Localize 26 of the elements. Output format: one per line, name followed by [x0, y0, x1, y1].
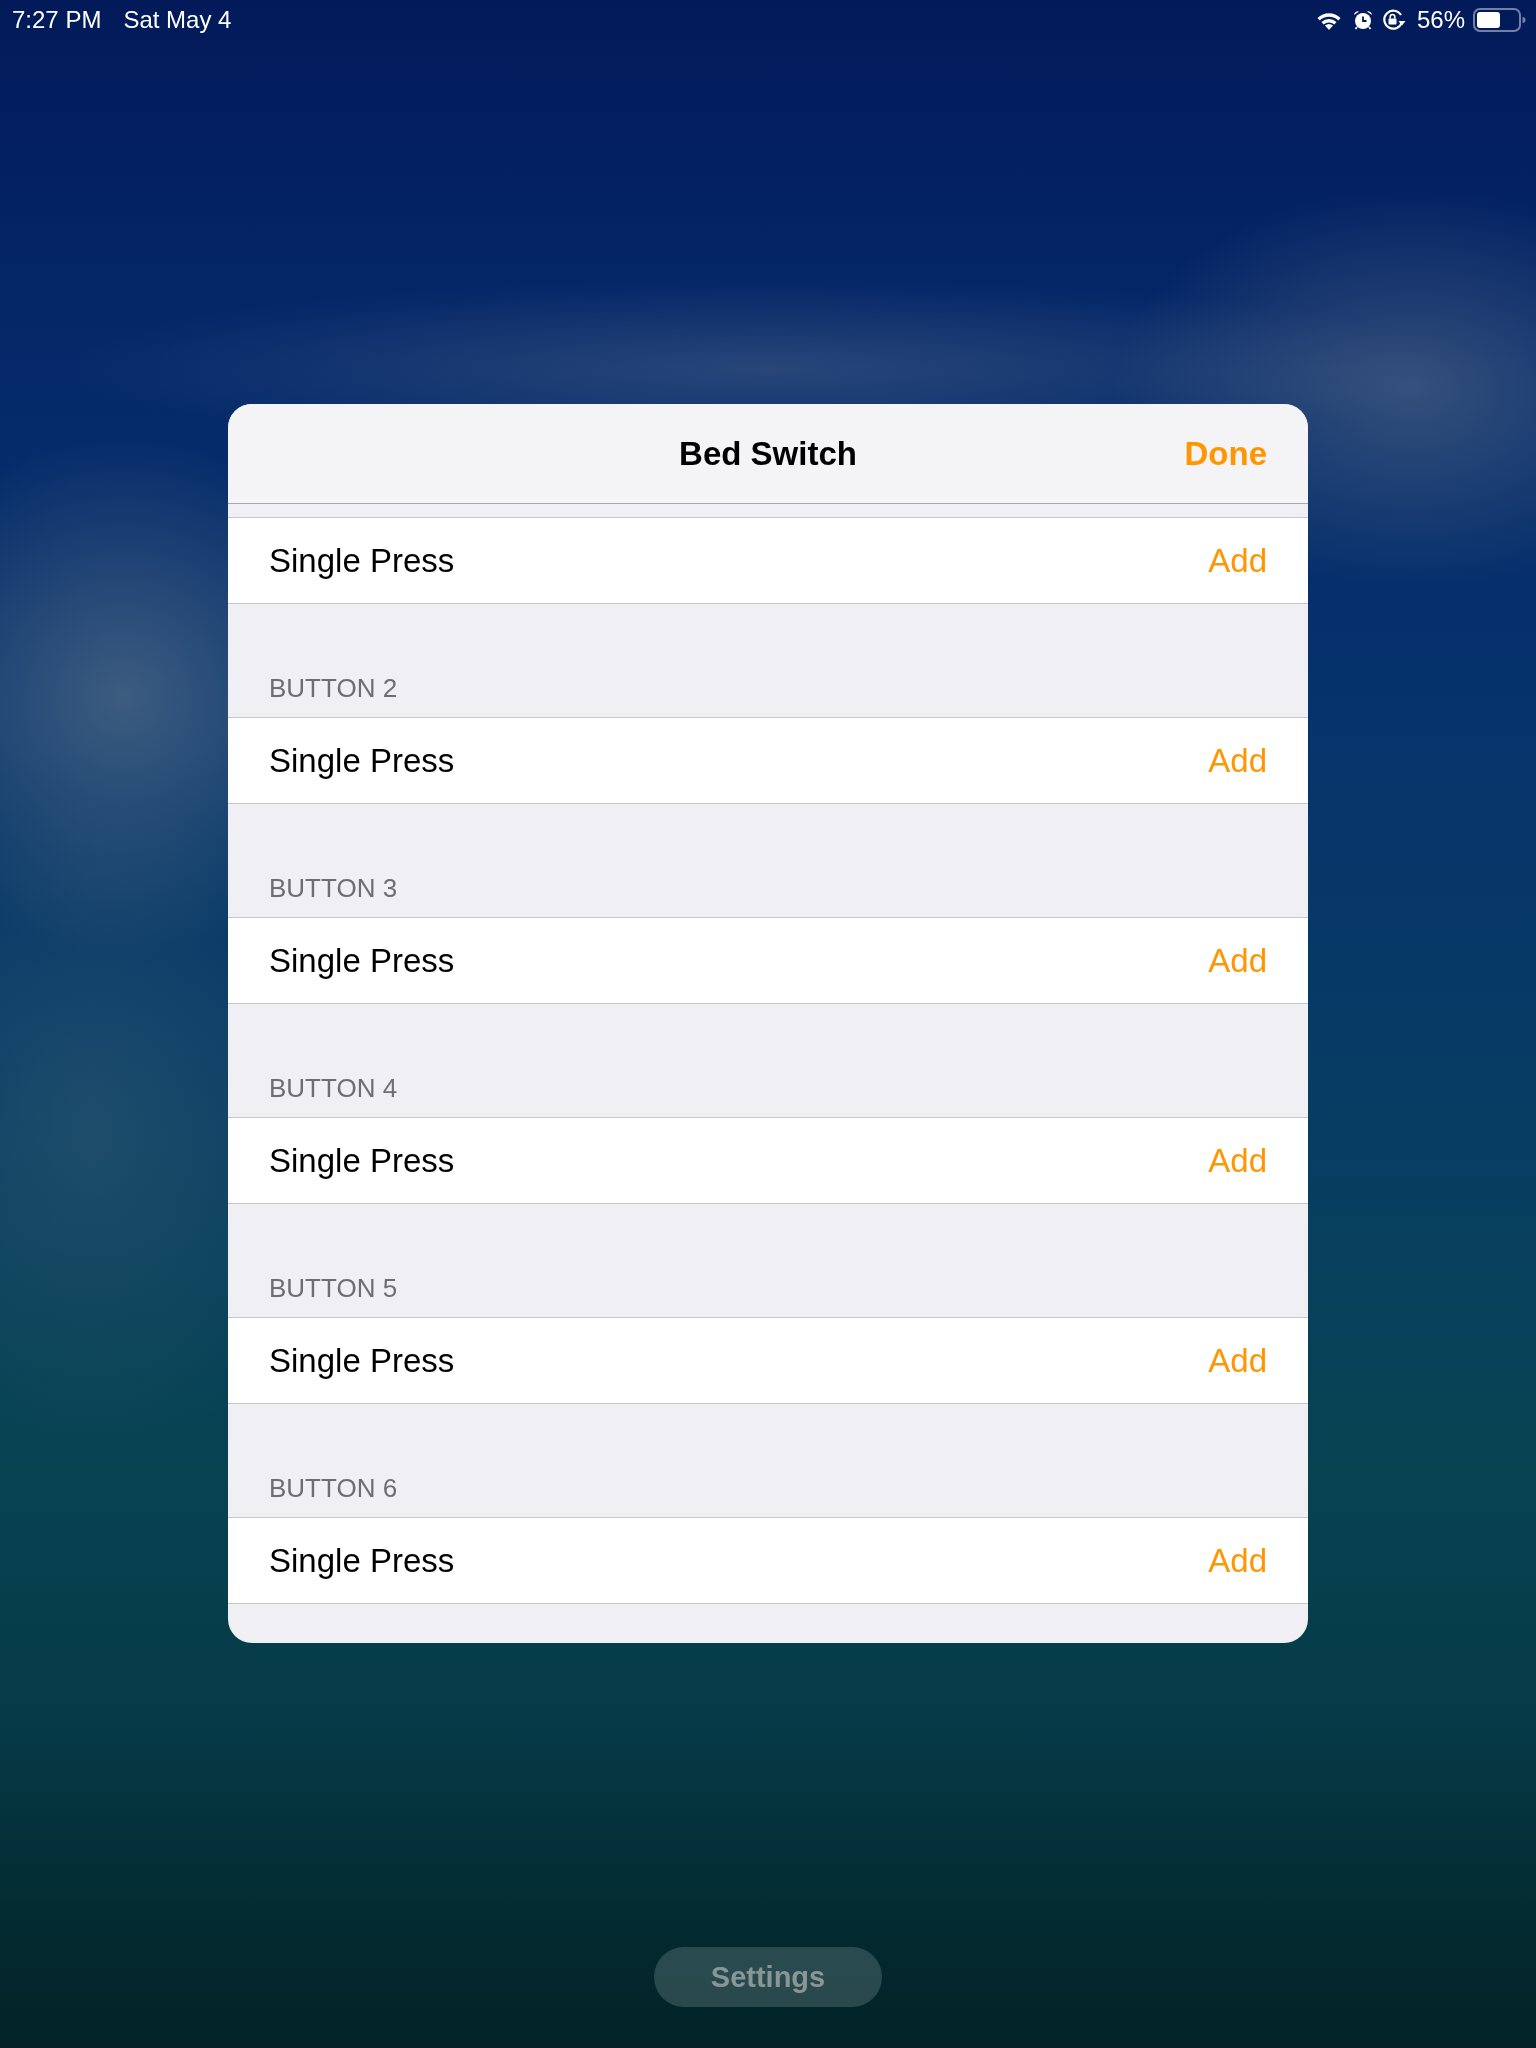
- row-label: Single Press: [269, 541, 455, 580]
- status-date: Sat May 4: [123, 6, 232, 34]
- add-button[interactable]: Add: [1208, 541, 1267, 580]
- battery-percentage: 56%: [1416, 6, 1465, 34]
- add-button[interactable]: Add: [1208, 1141, 1267, 1180]
- status-time: 7:27 PM: [12, 6, 102, 34]
- row-label: Single Press: [269, 1541, 455, 1580]
- add-button[interactable]: Add: [1208, 1341, 1267, 1380]
- done-button[interactable]: Done: [1184, 434, 1267, 473]
- alarm-clock-icon: [1352, 10, 1373, 30]
- section-header: BUTTON 3: [269, 873, 398, 903]
- row-label: Single Press: [269, 741, 455, 780]
- row-label: Single Press: [269, 1141, 455, 1180]
- section-header: BUTTON 5: [269, 1273, 398, 1303]
- section-header: BUTTON 4: [269, 1073, 398, 1103]
- section-header: BUTTON 2: [269, 673, 398, 703]
- battery-icon: [1473, 8, 1526, 32]
- add-button[interactable]: Add: [1208, 941, 1267, 980]
- rotation-lock-icon: [1381, 9, 1406, 31]
- section-header: BUTTON 6: [269, 1473, 398, 1503]
- row-label: Single Press: [269, 1341, 455, 1380]
- sheet-title: Bed Switch: [679, 434, 857, 473]
- add-button[interactable]: Add: [1208, 741, 1267, 780]
- settings-button[interactable]: Settings: [654, 1947, 882, 2007]
- row-label: Single Press: [269, 941, 455, 980]
- add-button[interactable]: Add: [1208, 1541, 1267, 1580]
